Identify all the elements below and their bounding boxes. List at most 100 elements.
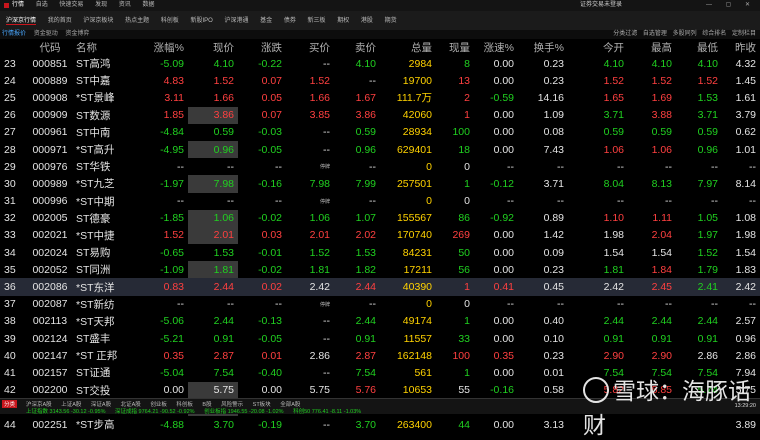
menu-item-news[interactable]: 资讯 xyxy=(119,2,131,8)
tab-capital-drive[interactable]: 资金驱动 xyxy=(34,31,58,37)
cell-bid: 1.52 xyxy=(309,246,330,259)
cell-low: 0.91 xyxy=(697,332,718,345)
nav-item-a-shares[interactable]: 沪深京行情 xyxy=(6,18,37,25)
filter-button[interactable]: 分类过滤 xyxy=(613,31,637,37)
table-row[interactable]: 35 002052 ST同洲 -1.09 1.81 -0.02 1.81 1.82 17211 5… xyxy=(0,261,760,279)
cell-ask: 2.87 xyxy=(355,349,376,362)
col-header-low[interactable]: 最低 xyxy=(676,39,722,55)
table-row[interactable]: 33 002021 *ST中捷 1.52 2.01 0.03 2.01 2.02 170740 2… xyxy=(0,226,760,245)
table-row[interactable]: 40 002147 *ST 正邦 0.35 2.87 0.01 2.86 2.87 162148… xyxy=(0,347,760,364)
col-header-prev-close[interactable]: 昨收 xyxy=(722,39,760,55)
ranking-button[interactable]: 综合排名 xyxy=(702,31,726,37)
nav-item-options[interactable]: 期权 xyxy=(337,18,349,24)
nav-item-star-market[interactable]: 科创板 xyxy=(161,18,179,24)
cell-bid: 停牌 xyxy=(319,301,330,308)
table-row[interactable]: 29 000976 ST华铁 -- -- -- 停牌 -- 0 0 -- -- -- -- -- -- xyxy=(0,158,760,175)
index-quote[interactable]: 上证指数 3143.56 -30.12 -0.95% xyxy=(26,409,106,415)
menu-item-watchlist[interactable]: 自选 xyxy=(36,2,48,8)
col-header-price[interactable]: 现价 xyxy=(188,39,238,55)
cell-vol: 2984 xyxy=(408,57,432,70)
cell-ask: -- xyxy=(369,298,376,311)
cell-price: 7.54 xyxy=(213,366,234,379)
cell-cur: 1 xyxy=(464,177,470,190)
nav-item-sectors[interactable]: 沪深京板块 xyxy=(83,18,113,24)
menu-item-discover[interactable]: 发现 xyxy=(95,2,107,8)
cell-chg-pct: 0.35 xyxy=(163,349,184,362)
nav-item-themes[interactable]: 热点主题 xyxy=(125,18,149,24)
login-status[interactable]: 证券交易未登录 xyxy=(580,0,622,11)
menu-item-quotes[interactable]: 行情 xyxy=(12,2,24,8)
nav-item-funds[interactable]: 基金 xyxy=(260,18,272,24)
cell-price: -- xyxy=(227,195,234,208)
cell-vol: 561 xyxy=(414,366,432,379)
menu-item-data[interactable]: 数据 xyxy=(142,2,154,8)
table-row[interactable]: 39 002124 ST盛丰 -5.21 0.91 -0.05 -- 0.91 11557 33 0… xyxy=(0,330,760,347)
cell-price: 4.10 xyxy=(213,57,234,70)
cell-name: ST华铁 xyxy=(76,161,111,174)
tab-capital-game[interactable]: 资金博弈 xyxy=(65,31,89,37)
col-header-high[interactable]: 最高 xyxy=(628,39,676,55)
watchlist-manage-button[interactable]: 自选管理 xyxy=(643,31,667,37)
table-row[interactable]: 31 000996 *ST中期 -- -- -- 停牌 -- 0 0 -- -- -- -- -- -- xyxy=(0,193,760,210)
tab-quotes[interactable]: 行情报价 xyxy=(2,31,26,37)
index-quote[interactable]: 深证成指 9764.21 -90.52 -0.92% xyxy=(115,409,195,415)
col-header-ask[interactable]: 卖价 xyxy=(334,39,380,55)
table-row[interactable]: 27 000961 ST中南 -4.84 0.59 -0.03 -- 0.59 28934 100… xyxy=(0,124,760,141)
table-row[interactable]: 34 002024 ST易购 -0.65 1.53 -0.01 1.52 1.53 84231 5… xyxy=(0,244,760,261)
col-header-change-pct[interactable]: 涨幅% xyxy=(140,39,188,55)
col-header-change[interactable]: 涨跌 xyxy=(238,39,286,55)
col-header-open[interactable]: 今开 xyxy=(568,39,628,55)
multi-stock-button[interactable]: 多股同列 xyxy=(673,31,697,37)
cell-chg-pct: -4.95 xyxy=(160,143,184,156)
nav-item-home[interactable]: 我的首页 xyxy=(48,18,72,24)
cell-chg-pct: -5.06 xyxy=(160,315,184,328)
cell-prev: 1.08 xyxy=(735,212,756,225)
table-row[interactable]: 30 000989 *ST九芝 -1.97 7.98 -0.16 7.98 7.99 25750… xyxy=(0,175,760,193)
nav-item-ipo[interactable]: 新股IPO xyxy=(190,18,212,24)
window-controls[interactable]: — ▢ ✕ xyxy=(706,0,756,11)
cell-code: 000961 xyxy=(32,126,68,139)
menu-item-trade[interactable]: 快速交易 xyxy=(59,2,83,8)
table-row[interactable]: 36 002086 *ST东洋 0.83 2.44 0.02 2.42 2.44 40390 1 0… xyxy=(0,278,760,296)
cell-chg: 0.07 xyxy=(261,74,282,87)
table-row[interactable]: 23 000851 ST高鸿 -5.09 4.10 -0.22 -- 4.10 2984 8 0.0… xyxy=(0,55,760,72)
cell-cur: 2 xyxy=(464,91,470,104)
table-row[interactable]: 26 000909 ST数源 1.85 3.86 0.07 3.85 3.86 42060 1 0.… xyxy=(0,106,760,124)
cell-idx: 28 xyxy=(4,143,16,156)
col-header-bid[interactable]: 买价 xyxy=(286,39,334,55)
col-header-code[interactable]: 代码 xyxy=(28,39,72,55)
nav-item-hk[interactable]: 港股 xyxy=(361,18,373,24)
cell-cur: 86 xyxy=(458,212,470,225)
index-quote[interactable]: 科创50 776.41 -8.11 -1.03% xyxy=(293,409,361,415)
cell-ask: 3.86 xyxy=(355,109,376,122)
category-badge[interactable]: 分类 xyxy=(2,400,18,408)
cell-bid: 3.85 xyxy=(309,109,330,122)
cell-turn: 1.09 xyxy=(543,109,564,122)
custom-columns-button[interactable]: 定制栏目 xyxy=(732,31,756,37)
table-row[interactable]: 32 002005 ST德豪 -1.85 1.06 -0.02 1.06 1.07 155567… xyxy=(0,209,760,227)
nav-item-connect[interactable]: 沪深港通 xyxy=(224,18,248,24)
col-header-last-vol[interactable]: 现量 xyxy=(436,39,474,55)
cell-low: 0.59 xyxy=(697,126,718,139)
cell-code: 002113 xyxy=(32,315,68,328)
col-header-turnover[interactable]: 换手% xyxy=(518,39,568,55)
col-header-volume[interactable]: 总量 xyxy=(380,39,436,55)
table-row[interactable]: 37 002087 *ST新纺 -- -- -- 停牌 -- 0 0 -- -- -- -- -- -- xyxy=(0,296,760,313)
table-row[interactable]: 25 000908 *ST景峰 3.11 1.66 0.05 1.66 1.67 111.7万 2… xyxy=(0,89,760,106)
cell-chg-pct: -4.84 xyxy=(160,126,184,139)
nav-item-futures[interactable]: 期货 xyxy=(385,18,397,24)
index-quote[interactable]: 创业板指 1946.55 -20.08 -1.02% xyxy=(204,409,284,415)
table-row[interactable]: 28 000971 *ST高升 -4.95 0.96 -0.05 -- 0.96 629401 1… xyxy=(0,140,760,159)
cell-chg: -0.19 xyxy=(258,418,282,431)
col-header-speed[interactable]: 涨速% xyxy=(474,39,518,55)
cell-open: 1.52 xyxy=(603,74,624,87)
col-header-name[interactable]: 名称 xyxy=(72,39,140,55)
cell-vol: 629401 xyxy=(396,143,432,156)
nav-item-neeq[interactable]: 新三板 xyxy=(308,18,326,24)
cell-bid: 停牌 xyxy=(319,198,330,205)
nav-item-bonds[interactable]: 债券 xyxy=(284,18,296,24)
table-row[interactable]: 24 000889 ST中嘉 4.83 1.52 0.07 1.52 -- 19700 13 0.0… xyxy=(0,72,760,89)
cell-price: 2.87 xyxy=(213,349,234,362)
cell-high: 2.44 xyxy=(651,315,672,328)
table-row[interactable]: 38 002113 *ST天邦 -5.06 2.44 -0.13 -- 2.44 49174 1 0… xyxy=(0,313,760,330)
